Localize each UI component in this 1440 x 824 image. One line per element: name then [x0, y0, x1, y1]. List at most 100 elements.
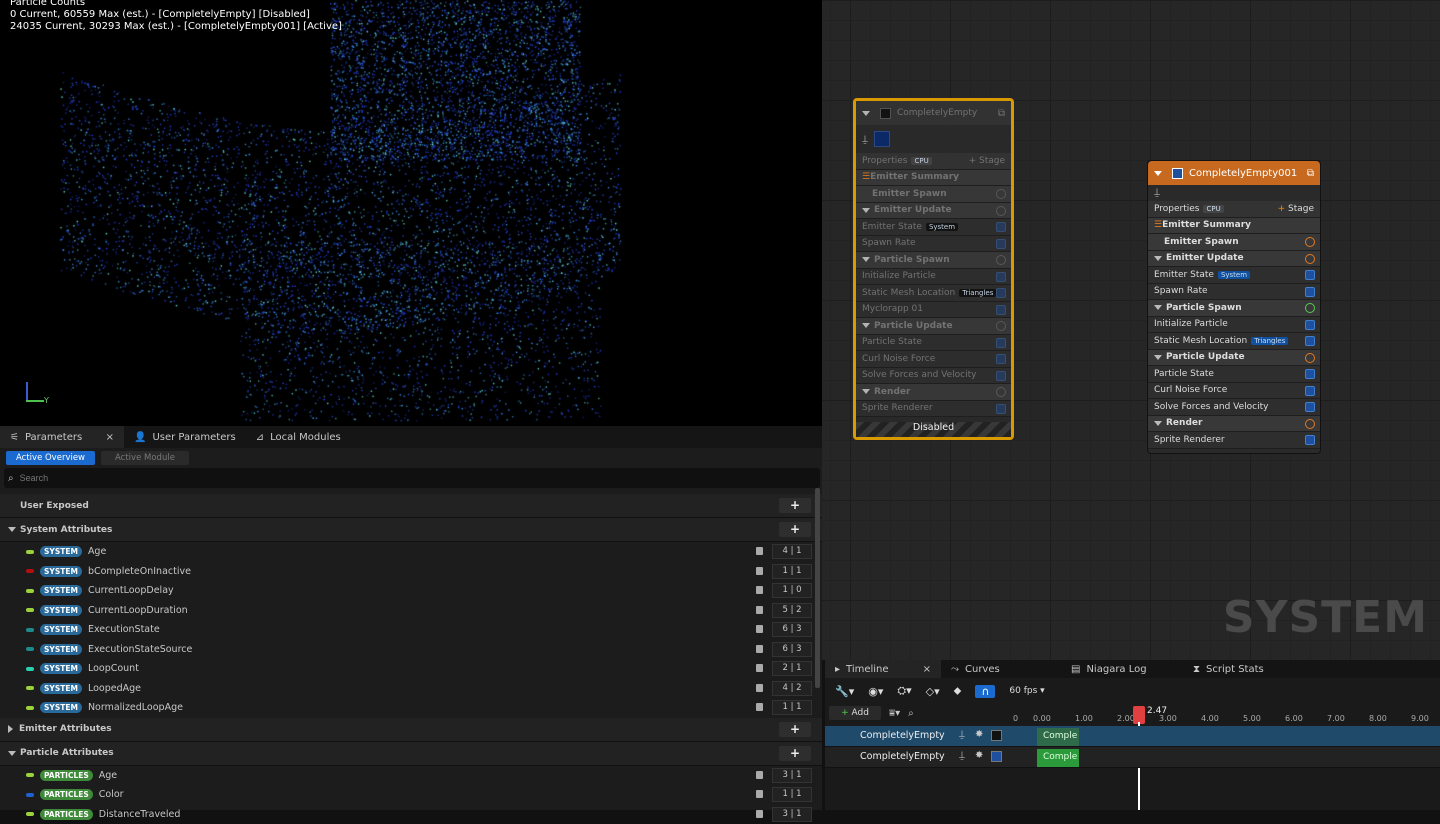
enable-checkbox[interactable]: [1305, 435, 1315, 445]
attribute-row[interactable]: SYSTEMExecutionState6 | 3: [0, 620, 822, 640]
pin-icon[interactable]: ⍊: [862, 134, 868, 145]
add-module-icon[interactable]: [996, 255, 1006, 265]
node-row[interactable]: Emitter Update: [856, 203, 1011, 220]
key-add-icon[interactable]: ⬥: [954, 684, 962, 698]
tab-user-parameters[interactable]: 👤User Parameters: [124, 426, 246, 448]
eye-icon[interactable]: ◉▾: [868, 685, 883, 698]
enable-checkbox[interactable]: [996, 239, 1006, 249]
node-header[interactable]: CompletelyEmpty001 ⧉: [1148, 161, 1320, 185]
sprite-icon[interactable]: ✸: [975, 729, 983, 740]
enable-checkbox[interactable]: [1305, 270, 1315, 280]
attribute-row[interactable]: SYSTEMNormalizedLoopAge1 | 1: [0, 698, 822, 718]
enable-checkbox[interactable]: [880, 108, 891, 119]
node-row[interactable]: Particle Update: [1148, 350, 1320, 367]
track-clip[interactable]: Comple: [1037, 749, 1079, 767]
tab-local-modules[interactable]: ⊿Local Modules: [246, 426, 351, 448]
enable-checkbox[interactable]: [1305, 320, 1315, 330]
enable-checkbox[interactable]: [1305, 336, 1315, 346]
enable-checkbox[interactable]: [996, 272, 1006, 282]
add-module-icon[interactable]: [1305, 419, 1315, 429]
category-system-attributes[interactable]: System Attributes+: [0, 518, 822, 542]
category-user-exposed[interactable]: User Exposed+: [0, 494, 822, 518]
open-external-icon[interactable]: ⧉: [998, 108, 1005, 119]
node-header[interactable]: CompletelyEmpty ⧉: [856, 101, 1011, 125]
enable-checkbox[interactable]: [996, 404, 1006, 414]
snap-magnet-icon[interactable]: ∩: [975, 685, 995, 698]
node-row[interactable]: Initialize Particle: [1148, 317, 1320, 334]
viewport[interactable]: Particle Counts 0 Current, 60559 Max (es…: [0, 0, 822, 426]
node-row[interactable]: Spawn Rate: [1148, 284, 1320, 301]
tab-timeline[interactable]: ▸Timeline×: [825, 660, 941, 678]
attribute-row[interactable]: SYSTEMLoopCount2 | 1: [0, 659, 822, 679]
node-row[interactable]: Emitter Spawn: [1148, 234, 1320, 251]
select-icon[interactable]: ⛭▾: [897, 684, 911, 698]
active-module-button[interactable]: Active Module: [101, 451, 189, 465]
enable-checkbox[interactable]: [1305, 287, 1315, 297]
enable-checkbox[interactable]: [991, 730, 1002, 741]
filter-icon[interactable]: ⩸▾: [889, 708, 900, 719]
emitter-node-completelyempty[interactable]: CompletelyEmpty ⧉ ⍊ Properties CPU + Sta…: [853, 98, 1014, 440]
search-icon[interactable]: ⌕: [908, 708, 914, 719]
search-input[interactable]: [20, 473, 780, 483]
add-button[interactable]: +: [779, 498, 811, 513]
add-button[interactable]: +: [779, 522, 811, 537]
node-row[interactable]: Emitter StateSystem: [856, 219, 1011, 236]
enable-checkbox[interactable]: [991, 751, 1002, 762]
attribute-row[interactable]: SYSTEMLoopedAge4 | 2: [0, 679, 822, 699]
add-track-button[interactable]: + Add: [829, 706, 881, 720]
attribute-row[interactable]: SYSTEMAge4 | 1: [0, 542, 822, 562]
scrollbar[interactable]: [815, 488, 820, 688]
attribute-row[interactable]: SYSTEMExecutionStateSource6 | 3: [0, 640, 822, 660]
add-button[interactable]: +: [779, 746, 811, 761]
attribute-row[interactable]: PARTICLESDistanceTraveled3 | 1: [0, 805, 822, 824]
add-module-icon[interactable]: [996, 387, 1006, 397]
node-row[interactable]: Particle State: [856, 335, 1011, 352]
track-clip[interactable]: Comple: [1037, 728, 1079, 746]
node-row[interactable]: ☰ Emitter Summary: [1148, 218, 1320, 235]
attribute-row[interactable]: SYSTEMbCompleteOnInactive1 | 1: [0, 562, 822, 582]
node-row[interactable]: Particle Update: [856, 318, 1011, 335]
tab-niagara-log[interactable]: ▤Niagara Log: [1061, 658, 1183, 680]
properties-row[interactable]: Properties CPU + Stage: [1148, 201, 1320, 218]
node-row[interactable]: Initialize Particle: [856, 269, 1011, 286]
sprite-icon[interactable]: ✸: [975, 750, 983, 761]
node-row[interactable]: Solve Forces and Velocity: [1148, 399, 1320, 416]
node-row[interactable]: Curl Noise Force: [1148, 383, 1320, 400]
add-button[interactable]: +: [779, 722, 811, 737]
open-external-icon[interactable]: ⧉: [1307, 168, 1314, 179]
close-icon[interactable]: ×: [923, 664, 931, 675]
wrench-icon[interactable]: 🔧▾: [835, 685, 854, 698]
node-row[interactable]: Particle Spawn: [1148, 300, 1320, 317]
pin-icon[interactable]: ⍊: [959, 750, 965, 761]
enable-checkbox[interactable]: [1305, 386, 1315, 396]
node-row[interactable]: Curl Noise Force: [856, 351, 1011, 368]
attribute-row[interactable]: SYSTEMCurrentLoopDuration5 | 2: [0, 601, 822, 621]
add-stage-button[interactable]: + Stage: [969, 156, 1005, 166]
timeline-track[interactable]: CompletelyEmpty⍊✸Comple: [825, 747, 1440, 768]
node-row[interactable]: Emitter StateSystem: [1148, 267, 1320, 284]
active-overview-button[interactable]: Active Overview: [6, 451, 95, 465]
add-module-icon[interactable]: [996, 321, 1006, 331]
attribute-row[interactable]: PARTICLESColor1 | 1: [0, 785, 822, 805]
enable-checkbox[interactable]: [996, 371, 1006, 381]
tab-parameters[interactable]: ⚟Parameters×: [0, 426, 124, 448]
node-row[interactable]: Sprite Renderer: [856, 401, 1011, 418]
node-row[interactable]: Solve Forces and Velocity: [856, 368, 1011, 385]
fps-dropdown[interactable]: 60 fps ▾: [1009, 686, 1044, 696]
category-particle-attributes[interactable]: Particle Attributes+: [0, 742, 822, 766]
attribute-row[interactable]: SYSTEMCurrentLoopDelay1 | 0: [0, 581, 822, 601]
properties-row[interactable]: Properties CPU + Stage: [856, 153, 1011, 170]
add-module-icon[interactable]: [1305, 353, 1315, 363]
attribute-row[interactable]: PARTICLESAge3 | 1: [0, 766, 822, 786]
node-row[interactable]: ☰ Emitter Summary: [856, 170, 1011, 187]
enable-checkbox[interactable]: [1305, 402, 1315, 412]
pin-icon[interactable]: ⍊: [959, 729, 965, 740]
close-icon[interactable]: ×: [106, 432, 114, 443]
collapse-icon[interactable]: [862, 111, 870, 116]
add-stage-button[interactable]: + Stage: [1278, 204, 1314, 214]
category-emitter-attributes[interactable]: Emitter Attributes+: [0, 718, 822, 742]
enable-checkbox[interactable]: [996, 288, 1006, 298]
pin-icon[interactable]: ⍊: [1154, 187, 1160, 198]
node-row[interactable]: Static Mesh LocationTriangles: [1148, 333, 1320, 350]
enable-checkbox[interactable]: [996, 222, 1006, 232]
